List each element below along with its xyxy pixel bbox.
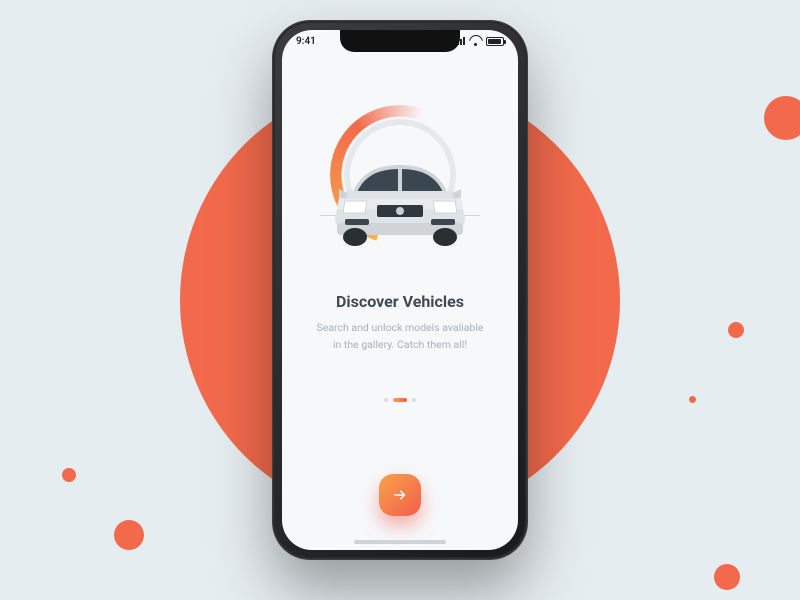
onboarding-title: Discover Vehicles [282,292,518,311]
arrow-right-icon [391,486,409,504]
decor-dot [62,468,76,482]
page-dot-active[interactable] [393,398,407,402]
page-dot[interactable] [384,398,388,402]
phone-mockup: 9:41 [272,20,528,560]
decor-dot [689,396,696,403]
home-indicator[interactable] [354,540,446,544]
hero-illustration [282,90,518,260]
onboarding-subtitle: Search and unlock models avaliable in th… [312,320,488,354]
decor-dot [114,520,144,550]
page-dot[interactable] [412,398,416,402]
status-time: 9:41 [296,36,316,47]
decor-dot [728,322,744,338]
car-icon [325,153,475,249]
battery-icon [486,37,504,46]
decor-dot [714,564,740,590]
app-screen: 9:41 [282,30,518,550]
decor-dot [764,96,800,140]
next-button[interactable] [379,474,421,516]
page-indicator [282,398,518,402]
device-notch [340,30,460,52]
wifi-icon [470,37,482,46]
